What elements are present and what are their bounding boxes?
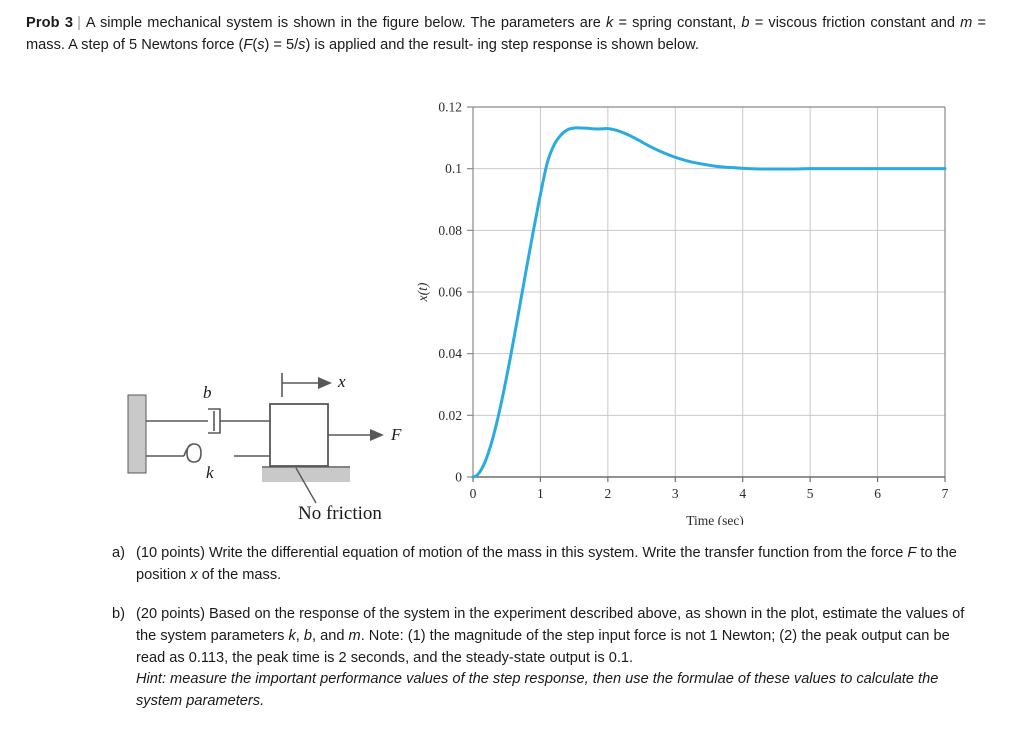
problem-eq6: ) is applied and the result- <box>305 37 474 54</box>
question-b-line1: (20 points) Based on the response of the… <box>136 605 819 622</box>
question-b-symbol-k: k <box>288 627 296 644</box>
question-a-symbol-F: F <box>907 545 917 561</box>
y-tick-label: 0.04 <box>438 346 462 361</box>
question-a-line1: (10 points) Write the differential equat… <box>136 545 810 561</box>
question-a-marker: a) <box>112 545 125 561</box>
x-tick-label: 3 <box>672 486 679 501</box>
force-arrow-head <box>370 429 384 441</box>
question-b-line2-part3: , and <box>312 627 349 644</box>
problem-number: Prob 3 <box>26 15 74 31</box>
problem-line2-part1: viscous friction constant and <box>768 15 961 31</box>
y-tick-label: 0.1 <box>445 161 462 176</box>
problem-statement: Prob 3 | A simple mechanical system is sho… <box>26 12 986 56</box>
problem-text: A simple mechanical system is shown in t… <box>26 15 986 53</box>
problem-separator: | <box>77 15 81 31</box>
x-tick-label: 2 <box>604 486 611 501</box>
question-b-line2-part4: . Note: (1) the magnitude of the step in… <box>360 627 667 644</box>
x-tick-label: 6 <box>874 486 881 501</box>
y-tick-label: 0.06 <box>438 285 462 300</box>
y-axis-title-group: x(t) <box>415 282 430 302</box>
question-b-marker: b) <box>112 605 125 622</box>
question-a-symbol-x: x <box>190 566 198 583</box>
question-b-line2-part2: , <box>295 627 304 644</box>
mass-block <box>269 403 329 467</box>
displacement-label: x <box>338 372 346 391</box>
question-b-hint-line1: Hint: measure the important performance … <box>136 671 837 688</box>
y-tick-label: 0.02 <box>438 408 462 423</box>
x-tick-label: 4 <box>739 486 746 501</box>
x-tick-label: 1 <box>537 486 544 501</box>
plot-svg: 0 1 2 3 4 5 6 7 0 0.02 0.04 0.06 0.08 0.1 0.12 Time (s… <box>415 100 949 526</box>
question-a-line2-part3: of the mass. <box>197 566 282 583</box>
plot-tick-labels: 0 1 2 3 4 5 6 7 0 0.02 0.04 0.06 0.08 0.1 0.12 <box>438 100 948 502</box>
question-part-b: b) (20 points) Based on the response of … <box>112 604 982 713</box>
y-axis-title: x(t) <box>415 282 430 302</box>
spring-coil <box>183 443 202 463</box>
y-tick-label: 0.08 <box>438 223 462 238</box>
x-tick-label: 0 <box>470 486 477 501</box>
question-list: a) (10 points) Write the differential eq… <box>112 543 982 730</box>
damper-label: b <box>203 383 212 402</box>
x-tick-label: 5 <box>807 486 814 501</box>
mechanical-system-diagram: b k F x No friction <box>110 365 420 524</box>
problem-line3: ing step response is shown below. <box>477 37 699 54</box>
problem-eq5: ) = 5/ <box>264 37 299 54</box>
y-tick-label: 0.12 <box>438 100 462 115</box>
y-tick-label: 0 <box>455 470 462 485</box>
spring-label: k <box>206 463 214 482</box>
ground-surface <box>262 468 350 482</box>
plot-gridlines <box>473 106 946 477</box>
wall-fixture <box>127 394 147 474</box>
question-b-hint: Hint: measure the important performance … <box>136 669 982 713</box>
x-axis-title: Time (sec) <box>686 513 744 525</box>
question-b-line4: output is 0.1. <box>549 649 634 666</box>
no-friction-label: No friction <box>298 503 382 524</box>
mechanical-diagram-svg <box>127 373 384 504</box>
displacement-arrow-head <box>318 377 332 389</box>
plot-curve-layer <box>471 126 947 479</box>
question-b-text: (20 points) Based on the response of the… <box>136 604 982 670</box>
question-part-a: a) (10 points) Write the differential eq… <box>112 543 982 587</box>
question-a-text: (10 points) Write the differential equat… <box>136 543 982 587</box>
question-b-symbol-b: b <box>303 627 313 644</box>
step-response-curve <box>471 126 947 479</box>
figure-region: b k F x No friction 0 1 2 3 4 5 6 7 0 0.02 0.04 0.0… <box>0 95 1013 525</box>
question-a-line2-part1: from the force <box>813 545 908 561</box>
symbol-F: F <box>243 37 253 54</box>
step-response-plot: 0 1 2 3 4 5 6 7 0 0.02 0.04 0.06 0.08 0.1 0.12 Time (s… <box>410 95 1010 526</box>
symbol-m: m <box>960 15 973 31</box>
question-b-symbol-m: m <box>348 627 361 644</box>
symbol-b: b <box>741 15 750 31</box>
problem-eq2: = <box>749 15 764 31</box>
force-label: F <box>391 425 402 444</box>
problem-eq1: = spring constant, <box>613 15 742 31</box>
x-tick-label: 7 <box>942 486 949 501</box>
problem-line1-part1: A simple mechanical system is shown in t… <box>85 15 607 31</box>
